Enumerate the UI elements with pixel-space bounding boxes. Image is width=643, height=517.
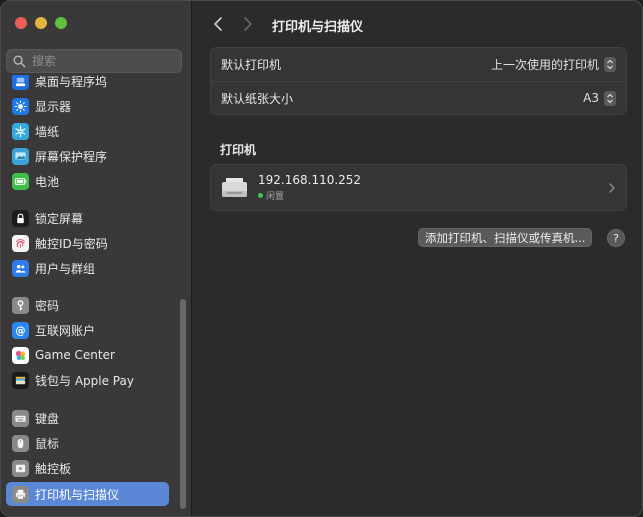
sidebar-item-game-center[interactable]: Game Center (6, 343, 169, 367)
sidebar-item-desktop-dock[interactable]: 桌面与程序坞 (6, 75, 169, 93)
printer-icon (12, 485, 29, 503)
sidebar-scrollbar[interactable] (180, 299, 186, 509)
default-printer-value: 上一次使用的打印机 (490, 58, 599, 72)
add-printer-button[interactable]: 添加打印机、扫描仪或传真机... (418, 228, 593, 247)
default-paper-size-row[interactable]: 默认纸张大小 A3 (211, 81, 626, 114)
sidebar-item-label: 触控板 (35, 461, 72, 476)
sidebar-list: 桌面与程序坞 显示器 墙纸 屏幕保护程序 电池 锁定屏幕 触控ID与密码 用户与… (1, 75, 179, 516)
sidebar-item-label: 锁定屏幕 (35, 211, 84, 226)
help-button[interactable]: ? (607, 229, 625, 247)
defaults-card: 默认打印机 上一次使用的打印机 默认纸张大小 A3 (210, 47, 627, 115)
wallet-icon (12, 371, 29, 389)
sidebar-item-internet-accounts[interactable]: @ 互联网账户 (6, 318, 169, 342)
snowflake-icon (12, 122, 29, 140)
close-button[interactable] (15, 17, 27, 29)
search-field[interactable] (6, 49, 182, 73)
printer-info: 192.168.110.252 闲置 (258, 173, 361, 202)
main-pane: 打印机与扫描仪 默认打印机 上一次使用的打印机 默认纸张大小 A3 打印机 19… (192, 1, 642, 516)
svg-text:@: @ (15, 325, 25, 336)
printer-status: 闲置 (258, 189, 361, 202)
sidebar-item-trackpad[interactable]: 触控板 (6, 456, 169, 480)
sun-icon (12, 97, 29, 115)
forward-button[interactable] (240, 15, 256, 33)
sidebar-item-printers-scanners[interactable]: 打印机与扫描仪 (6, 482, 169, 506)
minimize-button[interactable] (35, 17, 47, 29)
sidebar-item-wallet[interactable]: 钱包与 Apple Pay (6, 368, 169, 392)
window-controls (15, 17, 67, 29)
search-input[interactable] (32, 54, 172, 68)
fingerprint-icon (12, 234, 29, 252)
zoom-button[interactable] (55, 17, 67, 29)
sidebar-item-passwords[interactable]: 密码 (6, 293, 169, 317)
keyboard-icon (12, 409, 29, 427)
sidebar-item-label: 打印机与扫描仪 (35, 487, 120, 502)
sidebar-item-label: 屏幕保护程序 (35, 149, 108, 164)
sidebar: 桌面与程序坞 显示器 墙纸 屏幕保护程序 (1, 1, 192, 516)
sidebar-item-battery[interactable]: 电池 (6, 169, 169, 193)
users-icon (12, 259, 29, 277)
game-center-icon (12, 346, 29, 364)
default-paper-size-select[interactable]: A3 (583, 90, 616, 106)
sidebar-item-label: 显示器 (35, 99, 72, 114)
sidebar-item-label: 电池 (35, 174, 60, 189)
chevron-right-icon (244, 17, 252, 31)
printer-device-icon (222, 177, 247, 197)
default-printer-label: 默认打印机 (221, 58, 282, 72)
back-button[interactable] (210, 15, 226, 33)
default-printer-row[interactable]: 默认打印机 上一次使用的打印机 (211, 48, 626, 81)
default-printer-select[interactable]: 上一次使用的打印机 (491, 56, 616, 73)
page-title: 打印机与扫描仪 (272, 20, 364, 35)
screensaver-icon (12, 147, 29, 165)
sidebar-item-label: 钱包与 Apple Pay (35, 373, 134, 388)
printer-list-item[interactable]: 192.168.110.252 闲置 (211, 165, 626, 210)
search-icon (13, 55, 26, 67)
dock-icon (12, 75, 29, 90)
sidebar-item-label: 用户与群组 (35, 261, 96, 276)
chevron-left-icon (214, 17, 222, 31)
settings-window: 桌面与程序坞 显示器 墙纸 屏幕保护程序 (0, 0, 643, 517)
battery-icon (12, 172, 29, 190)
sidebar-item-label: 密码 (35, 298, 60, 313)
mouse-icon (12, 434, 29, 452)
sidebar-item-wallpaper[interactable]: 墙纸 (6, 119, 169, 143)
default-paper-size-value: A3 (583, 91, 599, 105)
sidebar-item-label: 触控ID与密码 (35, 236, 108, 251)
printers-card: 192.168.110.252 闲置 (210, 164, 627, 211)
default-paper-size-label: 默认纸张大小 (221, 91, 294, 106)
updown-chevron-icon (604, 90, 616, 106)
sidebar-item-displays[interactable]: 显示器 (6, 94, 169, 118)
sidebar-item-touch-id[interactable]: 触控ID与密码 (6, 231, 169, 255)
lock-icon (12, 209, 29, 227)
sidebar-item-keyboard[interactable]: 键盘 (6, 406, 169, 430)
at-icon: @ (12, 321, 29, 339)
sidebar-item-mouse[interactable]: 鼠标 (6, 431, 169, 455)
sidebar-item-screen-saver[interactable]: 屏幕保护程序 (6, 144, 169, 168)
sidebar-item-label: 墙纸 (35, 124, 60, 139)
trackpad-icon (12, 459, 29, 477)
status-dot (258, 193, 263, 198)
sidebar-item-label: 鼠标 (35, 436, 60, 451)
sidebar-item-label: 桌面与程序坞 (35, 75, 108, 89)
printer-status-text: 闲置 (266, 192, 285, 202)
printer-name: 192.168.110.252 (258, 173, 362, 187)
chevron-right-icon (609, 182, 615, 193)
sidebar-item-label: 互联网账户 (35, 323, 96, 338)
sidebar-item-label: 键盘 (35, 411, 60, 426)
updown-chevron-icon (604, 57, 616, 72)
sidebar-item-label: Game Center (35, 348, 115, 362)
sidebar-item-users-groups[interactable]: 用户与群组 (6, 256, 169, 280)
printers-section-title: 打印机 (220, 143, 257, 157)
sidebar-item-lock-screen[interactable]: 锁定屏幕 (6, 206, 169, 230)
key-icon (12, 296, 29, 314)
